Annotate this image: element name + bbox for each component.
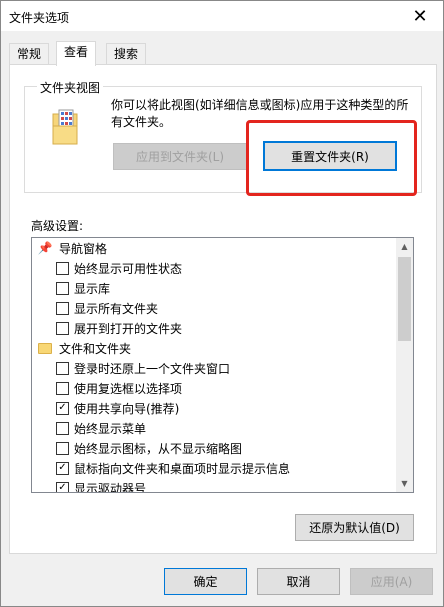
- list-item[interactable]: ✓ 显示驱动器号: [56, 478, 413, 493]
- scroll-up-icon[interactable]: ▲: [396, 238, 413, 255]
- list-item-label: 鼠标指向文件夹和桌面项时显示提示信息: [74, 461, 291, 476]
- checkbox[interactable]: [56, 301, 69, 315]
- list-item[interactable]: 始终显示菜单: [56, 418, 413, 438]
- vertical-scrollbar[interactable]: ▲ ▼: [396, 238, 413, 492]
- list-item-label: 文件和文件夹: [59, 341, 132, 356]
- list-item-label: 始终显示图标，从不显示缩略图: [74, 441, 243, 456]
- list-item[interactable]: 登录时还原上一个文件夹窗口: [56, 358, 413, 378]
- checkbox[interactable]: [56, 441, 69, 455]
- pin-icon: 📌: [37, 241, 53, 255]
- tab-view[interactable]: 查看: [56, 41, 97, 66]
- cancel-button[interactable]: 取消: [257, 568, 340, 595]
- ok-button[interactable]: 确定: [164, 568, 247, 595]
- apply-to-folders-button[interactable]: 应用到文件夹(L): [113, 143, 247, 170]
- list-item-label: 使用复选框以选择项: [74, 381, 183, 396]
- window-title: 文件夹选项: [9, 11, 70, 25]
- list-item[interactable]: 使用复选框以选择项: [56, 378, 413, 398]
- list-item[interactable]: 显示库: [56, 278, 413, 298]
- scroll-thumb[interactable]: [398, 257, 411, 341]
- checkbox[interactable]: [56, 421, 69, 435]
- list-item[interactable]: ✓ 使用共享向导(推荐): [56, 398, 413, 418]
- tab-search[interactable]: 搜索: [106, 43, 147, 65]
- list-item[interactable]: ✓ 鼠标指向文件夹和桌面项时显示提示信息: [56, 458, 413, 478]
- list-item-label: 登录时还原上一个文件夹窗口: [74, 361, 231, 376]
- apply-button[interactable]: 应用(A): [350, 568, 433, 595]
- list-item-label: 始终显示可用性状态: [74, 261, 183, 276]
- list-item-label: 导航窗格: [59, 241, 108, 256]
- tab-bar: 常规 查看 搜索: [9, 41, 439, 66]
- checkbox-checked[interactable]: ✓: [56, 401, 69, 415]
- checkbox[interactable]: [56, 361, 69, 375]
- category-files-and-folders: 文件和文件夹: [38, 338, 402, 358]
- list-item[interactable]: 展开到打开的文件夹: [56, 318, 413, 338]
- close-icon[interactable]: ✕: [397, 1, 443, 31]
- list-item-label: 显示库: [74, 281, 111, 296]
- folder-views-title: 文件夹视图: [37, 79, 104, 96]
- list-item-label: 始终显示菜单: [74, 421, 147, 436]
- folder-options-dialog: 文件夹选项 ✕ 常规 查看 搜索 文件夹视图 你可以将此视图(如详细信息或图标)…: [0, 0, 444, 607]
- category-navigation-pane: 📌 导航窗格: [38, 238, 402, 258]
- list-item-label: 显示驱动器号: [74, 481, 147, 493]
- checkbox[interactable]: [56, 281, 69, 295]
- list-item[interactable]: 始终显示图标，从不显示缩略图: [56, 438, 413, 458]
- list-item[interactable]: 显示所有文件夹: [56, 298, 413, 318]
- highlight-annotation: [246, 120, 417, 196]
- checkbox[interactable]: [56, 381, 69, 395]
- checkbox[interactable]: [56, 321, 69, 335]
- list-item-label: 显示所有文件夹: [74, 301, 159, 316]
- advanced-settings-list[interactable]: 📌 导航窗格 始终显示可用性状态 显示库 显示所有文件夹 展开到打开的文件夹 文…: [31, 237, 414, 493]
- folder-view-icon: [50, 108, 80, 148]
- advanced-settings-label: 高级设置:: [31, 219, 84, 233]
- checkbox-checked[interactable]: ✓: [56, 461, 69, 475]
- restore-defaults-button[interactable]: 还原为默认值(D): [295, 514, 414, 541]
- scroll-down-icon[interactable]: ▼: [396, 475, 413, 492]
- folder-icon: [38, 342, 52, 354]
- checkbox-checked[interactable]: ✓: [56, 481, 69, 492]
- list-item-label: 使用共享向导(推荐): [74, 401, 180, 416]
- list-item-label: 展开到打开的文件夹: [74, 321, 183, 336]
- tab-general[interactable]: 常规: [9, 43, 50, 65]
- list-item[interactable]: 始终显示可用性状态: [56, 258, 413, 278]
- checkbox[interactable]: [56, 261, 69, 275]
- title-bar: 文件夹选项 ✕: [1, 1, 443, 31]
